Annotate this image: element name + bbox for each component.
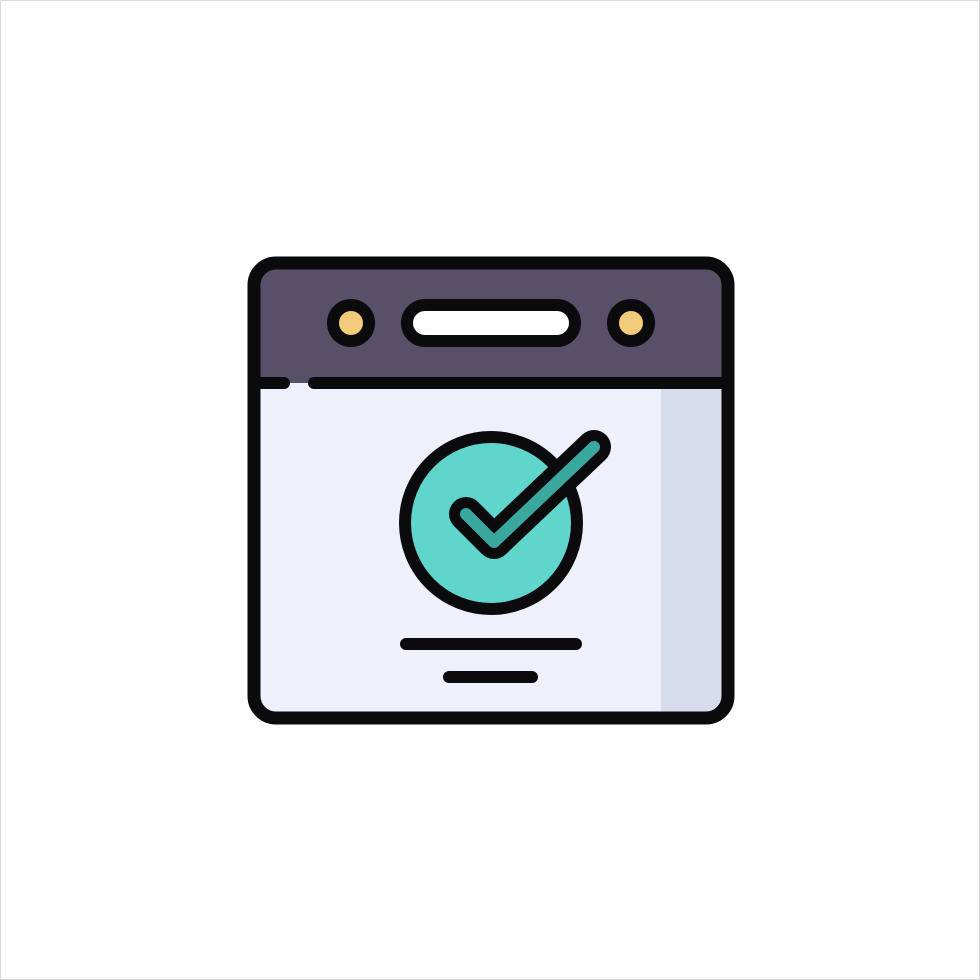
browser-window-checkmark-icon: [247, 256, 735, 725]
window-dot-right: [607, 299, 655, 347]
window-dot-left: [327, 299, 375, 347]
address-bar: [401, 299, 581, 347]
window-shade: [661, 383, 728, 718]
icon-canvas: [0, 0, 980, 980]
